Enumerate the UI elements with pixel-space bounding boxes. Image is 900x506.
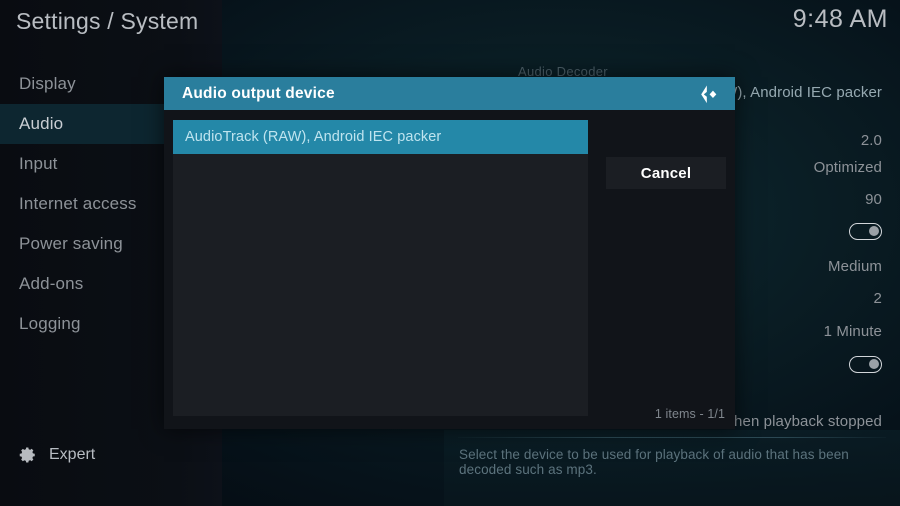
cancel-button[interactable]: Cancel bbox=[606, 157, 726, 189]
toggle-knob bbox=[868, 225, 879, 236]
setting-value-number[interactable]: 2 bbox=[874, 290, 882, 307]
toggle-switch-on-icon-2[interactable] bbox=[849, 355, 882, 373]
dialog-body: AudioTrack (RAW), Android IEC packer Can… bbox=[164, 110, 735, 429]
setting-value-playback-stopped[interactable]: when playback stopped bbox=[723, 413, 882, 430]
gear-icon bbox=[19, 446, 37, 464]
setting-value-output-configuration[interactable]: Optimized bbox=[814, 159, 882, 176]
toggle-switch-on-icon[interactable] bbox=[849, 222, 882, 240]
list-item-audiotrack-raw[interactable]: AudioTrack (RAW), Android IEC packer bbox=[173, 120, 588, 154]
setting-help-text: Select the device to be used for playbac… bbox=[459, 447, 849, 477]
settings-level-label: Expert bbox=[49, 446, 96, 463]
setting-value-channels[interactable]: 2.0 bbox=[861, 132, 882, 149]
setting-value-volume[interactable]: 90 bbox=[865, 191, 882, 208]
page-title: Settings / System bbox=[16, 8, 199, 34]
kodi-settings-screen: Audio Decoder W), Android IEC packer 2.0… bbox=[0, 0, 900, 506]
setting-value-audio-output-device[interactable]: W), Android IEC packer bbox=[723, 84, 882, 101]
content-divider bbox=[458, 437, 886, 438]
dialog-title: Audio output device bbox=[182, 84, 335, 102]
kodi-logo-icon bbox=[699, 84, 721, 104]
settings-level-button[interactable]: Expert bbox=[19, 446, 95, 464]
item-count-label: 1 items - 1/1 bbox=[654, 407, 725, 421]
setting-value-keep-audio-device-alive[interactable]: 1 Minute bbox=[824, 323, 882, 340]
dialog-titlebar: Audio output device bbox=[164, 77, 735, 110]
clock: 9:48 AM bbox=[792, 5, 888, 33]
audio-output-device-dialog: Audio output device AudioTrack (RAW), An… bbox=[164, 77, 735, 429]
setting-toggle-1[interactable] bbox=[849, 222, 882, 240]
setting-toggle-2[interactable] bbox=[849, 355, 882, 373]
setting-value-resample-quality[interactable]: Medium bbox=[828, 258, 882, 275]
toggle-knob-2 bbox=[868, 358, 879, 369]
device-list-panel: AudioTrack (RAW), Android IEC packer bbox=[173, 120, 588, 416]
